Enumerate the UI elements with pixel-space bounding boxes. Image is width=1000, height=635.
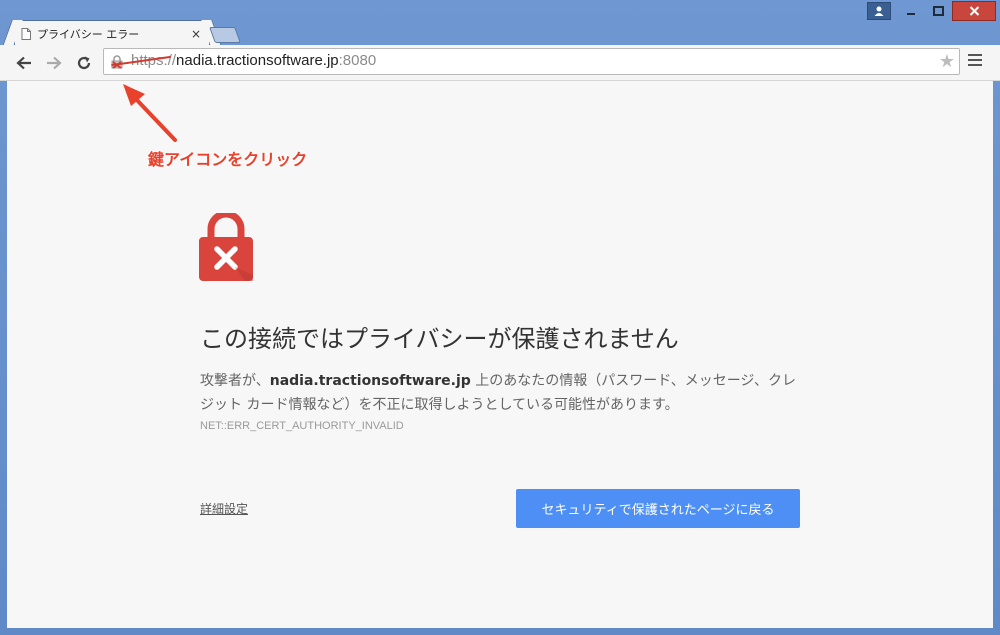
forward-button[interactable]: [44, 53, 64, 73]
minimize-button[interactable]: [897, 2, 924, 20]
reload-icon: [77, 56, 91, 70]
back-to-safety-button[interactable]: セキュリティで保護されたページに戻る: [516, 489, 800, 528]
menu-icon[interactable]: [968, 54, 982, 69]
reload-button[interactable]: [74, 53, 94, 73]
tab-privacy-error[interactable]: プライバシー エラー ×: [14, 20, 210, 46]
new-tab-button[interactable]: [209, 27, 241, 43]
error-title: この接続ではプライバシーが保護されません: [200, 325, 679, 353]
error-description: 攻撃者が、nadia.tractionsoftware.jp 上のあなたの情報（…: [200, 369, 800, 417]
address-bar[interactable]: https://nadia.tractionsoftware.jp:8080 ★: [103, 48, 960, 75]
url-port: :8080: [338, 52, 377, 69]
forward-arrow-icon: [47, 56, 62, 70]
maximize-button[interactable]: [925, 2, 952, 20]
annotation-arrow: [123, 84, 177, 142]
back-button[interactable]: [14, 53, 34, 73]
back-arrow-icon: [16, 56, 31, 70]
error-lock-icon: [199, 213, 253, 281]
bookmark-star-icon[interactable]: ★: [939, 51, 955, 72]
url-host: nadia.tractionsoftware.jp: [176, 52, 339, 69]
user-profile-button[interactable]: [867, 2, 891, 20]
maximize-icon: [933, 6, 944, 16]
toolbar: https://nadia.tractionsoftware.jp:8080 ★: [0, 45, 1000, 81]
annotation-label: 鍵アイコンをクリック: [148, 150, 308, 169]
advanced-link[interactable]: 詳細設定: [200, 500, 248, 517]
close-icon: [969, 6, 979, 16]
desc-prefix: 攻撃者が、: [200, 373, 270, 389]
close-window-button[interactable]: [952, 1, 996, 21]
url-text: https://nadia.tractionsoftware.jp:8080: [131, 52, 376, 69]
url-scheme: https: [131, 52, 164, 69]
tab-close-icon[interactable]: ×: [189, 27, 203, 41]
page-icon: [21, 28, 31, 40]
desc-host: nadia.tractionsoftware.jp: [269, 373, 471, 389]
user-icon: [874, 6, 884, 16]
url-separator: ://: [163, 52, 177, 69]
tab-title: プライバシー エラー: [37, 28, 140, 41]
minimize-icon: [906, 13, 915, 15]
error-code: NET::ERR_CERT_AUTHORITY_INVALID: [200, 420, 404, 432]
